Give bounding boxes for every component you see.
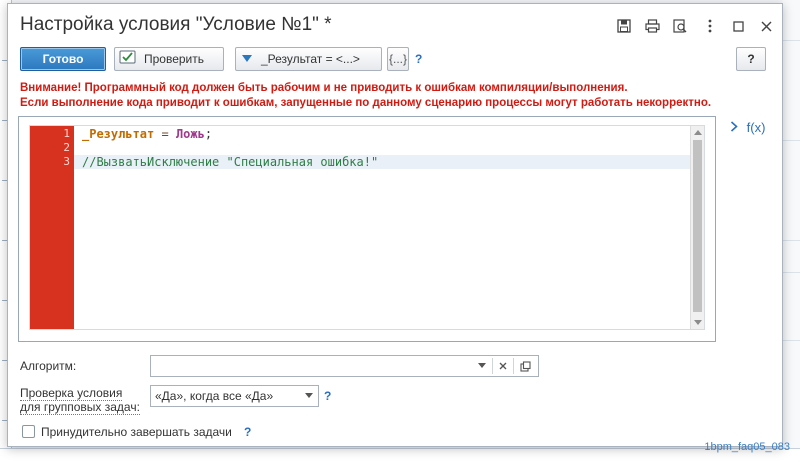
chevron-down-icon[interactable]	[300, 386, 318, 406]
clear-icon[interactable]	[494, 356, 512, 376]
insert-result-button[interactable]: _Результат = <...>	[235, 47, 382, 71]
more-icon[interactable]	[700, 16, 720, 36]
check-button-label: Проверить	[144, 52, 205, 66]
group-check-help-link[interactable]: ?	[324, 389, 331, 403]
group-check-select[interactable]: «Да», когда все «Да»	[150, 385, 319, 407]
arrow-down-icon	[241, 52, 253, 67]
line-number: 2	[63, 141, 70, 154]
code-template-button[interactable]: {...}	[387, 47, 409, 71]
editor-vertical-scrollbar[interactable]	[690, 126, 704, 329]
insert-result-label: _Результат = <...>	[261, 52, 360, 66]
code-token-semicolon: ;	[204, 127, 213, 141]
dialog-title: Настройка условия "Условие №1" *	[20, 14, 332, 35]
algorithm-label: Алгоритм:	[20, 359, 77, 373]
chevron-right-icon	[730, 120, 742, 135]
group-check-value: «Да», когда все «Да»	[155, 389, 274, 403]
preview-icon[interactable]	[670, 16, 690, 36]
save-icon[interactable]	[614, 16, 634, 36]
force-finish-label[interactable]: Принудительно завершать задачи	[41, 425, 232, 439]
toolbar-help-link[interactable]: ?	[415, 52, 422, 66]
warning-line-1: Внимание! Программный код должен быть ра…	[20, 82, 628, 94]
line-number: 3	[63, 155, 70, 168]
watermark-label: 1bpm_faq05_083	[704, 441, 790, 453]
group-check-label-line-1: Проверка условия	[20, 386, 123, 401]
code-token-operator: =	[154, 127, 176, 141]
background-right-panel	[782, 0, 800, 462]
code-line-2[interactable]	[74, 141, 690, 155]
algorithm-field[interactable]	[150, 355, 539, 377]
scrollbar-thumb[interactable]	[693, 140, 702, 312]
function-list-link[interactable]: f(x)	[730, 120, 765, 135]
code-editor-frame: 1 2 3 _Результат = Ложь; //ВызватьИсключ…	[18, 116, 716, 342]
code-text-area[interactable]: _Результат = Ложь; //ВызватьИсключение "…	[74, 126, 690, 329]
code-editor[interactable]: 1 2 3 _Результат = Ложь; //ВызватьИсключ…	[29, 125, 705, 330]
warning-text: Внимание! Программный код должен быть ра…	[20, 81, 780, 111]
check-button[interactable]: Проверить	[114, 47, 224, 71]
function-list-label: f(x)	[746, 120, 766, 135]
group-check-label-line-2: для групповых задач:	[20, 400, 140, 415]
scroll-down-icon[interactable]	[694, 320, 702, 325]
force-finish-help-link[interactable]: ?	[244, 425, 251, 439]
scroll-up-icon[interactable]	[694, 130, 702, 135]
code-line-3[interactable]: //ВызватьИсключение "Специальная ошибка!…	[74, 155, 690, 169]
force-finish-checkbox[interactable]	[22, 425, 35, 438]
line-number-gutter: 1 2 3	[30, 126, 74, 329]
help-button[interactable]: ?	[736, 47, 766, 71]
check-code-icon	[119, 50, 136, 68]
code-token-comment: //ВызватьИсключение "Специальная ошибка!…	[82, 155, 379, 169]
code-token-variable: _Результат	[82, 127, 155, 141]
warning-line-2: Если выполнение кода приводит к ошибкам,…	[20, 97, 712, 109]
dialog-titlebar: Настройка условия "Условие №1" *	[8, 4, 782, 44]
open-icon[interactable]	[516, 356, 534, 376]
maximize-icon[interactable]	[728, 16, 748, 36]
code-token-boolean: Ложь	[175, 127, 205, 141]
condition-settings-dialog: Настройка условия "Условие №1" * Готово …	[7, 3, 783, 447]
background-bottom-strip	[0, 448, 800, 462]
print-icon[interactable]	[642, 16, 662, 36]
algorithm-input[interactable]	[153, 357, 473, 375]
close-icon[interactable]	[756, 16, 776, 36]
dropdown-icon[interactable]	[473, 356, 491, 376]
line-number: 1	[63, 127, 70, 140]
code-line-1[interactable]: _Результат = Ложь;	[74, 127, 690, 141]
done-button[interactable]: Готово	[20, 47, 106, 71]
